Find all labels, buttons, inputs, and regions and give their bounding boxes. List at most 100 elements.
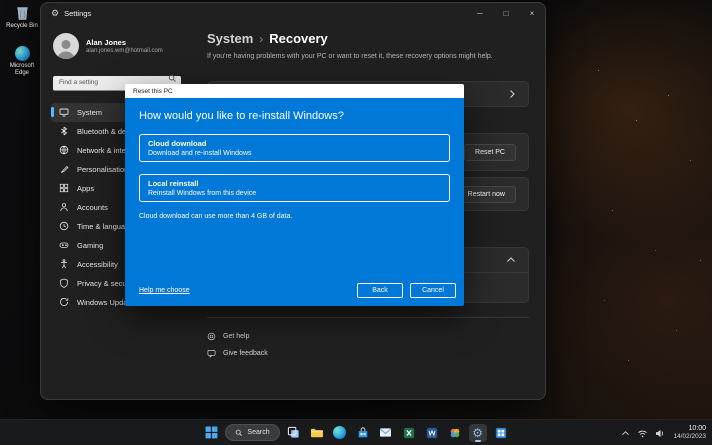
edge-icon — [333, 426, 347, 439]
apps-grid-icon — [59, 183, 69, 193]
local-reinstall-option[interactable]: Local reinstall Reinstall Windows from t… — [139, 174, 450, 202]
user-email: alan.jones.wm@hotmail.com — [86, 48, 163, 54]
get-help-link[interactable]: Get help — [207, 328, 529, 345]
taskbar-clock[interactable]: 10:00 14/02/2023 — [673, 425, 706, 442]
desktop-icon-label: Microsoft Edge — [9, 63, 35, 77]
sidebar-item-label: Gaming — [77, 240, 104, 250]
sidebar-item-label: Personalisation — [77, 164, 129, 174]
globe-icon — [59, 145, 69, 155]
window-titlebar: ⚙ Settings ─ □ × — [41, 3, 545, 23]
accessibility-icon — [61, 259, 67, 269]
desktop: Recycle Bin Microsoft Edge ⚙ Settings ─ … — [0, 0, 712, 445]
breadcrumb-separator-icon: › — [259, 32, 264, 46]
settings-gear-icon: ⚙ — [472, 425, 483, 440]
page-description: If you're having problems with your PC o… — [207, 53, 493, 60]
chevron-up-icon — [507, 257, 515, 262]
chevron-up-icon[interactable] — [621, 430, 630, 437]
give-feedback-link[interactable]: Give feedback — [207, 345, 529, 362]
data-usage-note: Cloud download can use more than 4 GB of… — [139, 213, 293, 220]
taskbar: Search ⚙ 10:00 14/02/2023 — [0, 419, 712, 445]
system-tray: 10:00 14/02/2023 — [621, 420, 706, 445]
edge-icon — [14, 46, 30, 62]
bluetooth-icon — [61, 126, 68, 136]
windows-app-button[interactable] — [492, 424, 510, 442]
clock-time: 10:00 — [688, 424, 706, 432]
volume-icon[interactable] — [655, 429, 666, 438]
window-title: Settings — [64, 8, 92, 18]
dialog-titlebar: Reset this PC — [125, 84, 464, 98]
photos-button[interactable] — [446, 424, 464, 442]
breadcrumb-system[interactable]: System — [207, 31, 253, 46]
settings-taskbar-button[interactable]: ⚙ — [468, 423, 487, 442]
option-subtitle: Download and re-install Windows — [148, 150, 252, 157]
back-button[interactable]: Back — [357, 283, 403, 298]
page-title: Recovery — [269, 31, 328, 46]
network-icon[interactable] — [637, 429, 648, 438]
shield-icon — [60, 278, 68, 288]
cloud-download-option[interactable]: Cloud download Download and re-install W… — [139, 134, 450, 162]
start-button[interactable] — [202, 424, 220, 442]
photos-icon — [450, 428, 459, 437]
clock-date: 14/02/2023 — [673, 433, 706, 441]
dialog-body: How would you like to re-install Windows… — [125, 98, 464, 306]
settings-gear-icon: ⚙ — [51, 7, 60, 18]
user-profile[interactable]: Alan Jones alan.jones.wm@hotmail.com — [53, 33, 183, 59]
search-icon — [236, 429, 243, 436]
avatar — [53, 33, 79, 59]
system-icon — [59, 108, 69, 117]
user-name: Alan Jones — [86, 38, 127, 47]
feedback-icon — [207, 349, 216, 358]
dialog-heading: How would you like to re-install Windows… — [139, 110, 344, 122]
edge-button[interactable] — [331, 424, 349, 442]
excel-icon — [403, 427, 414, 438]
word-button[interactable] — [423, 424, 441, 442]
clock-icon — [59, 221, 69, 231]
windows-app-icon — [495, 427, 506, 438]
account-icon — [60, 203, 68, 212]
store-button[interactable] — [354, 424, 372, 442]
restart-now-button[interactable]: Restart now — [456, 185, 516, 203]
desktop-icon-label: Recycle Bin — [6, 23, 38, 29]
option-subtitle: Reinstall Windows from this device — [148, 190, 257, 197]
task-view-button[interactable] — [285, 424, 303, 442]
word-icon — [426, 427, 437, 438]
task-view-icon — [287, 426, 299, 438]
breadcrumb: System › Recovery — [207, 31, 529, 46]
sidebar-item-label: Apps — [77, 183, 95, 193]
gamepad-icon — [59, 242, 69, 248]
option-title: Local reinstall — [148, 179, 199, 188]
mail-icon — [380, 428, 392, 437]
close-button[interactable]: × — [519, 3, 545, 23]
sidebar-item-label: Accessibility — [77, 259, 118, 269]
recycle-bin-icon — [16, 7, 28, 20]
brush-icon — [60, 165, 69, 173]
help-icon — [207, 332, 216, 341]
desktop-icon-microsoft-edge[interactable]: Microsoft Edge — [2, 46, 42, 77]
dialog-footer: Help me choose Back Cancel — [139, 283, 456, 298]
option-title: Cloud download — [148, 139, 207, 148]
taskbar-search[interactable]: Search — [225, 424, 280, 441]
mail-button[interactable] — [377, 424, 395, 442]
microsoft-store-icon — [358, 426, 367, 437]
wallpaper-stars — [0, 0, 1, 1]
give-feedback-label: Give feedback — [223, 350, 268, 357]
reset-pc-dialog: Reset this PC How would you like to re-i… — [125, 84, 464, 306]
chevron-right-icon — [510, 90, 515, 98]
excel-button[interactable] — [400, 424, 418, 442]
minimize-button[interactable]: ─ — [467, 3, 493, 23]
help-me-choose-link[interactable]: Help me choose — [139, 287, 190, 294]
taskbar-search-label: Search — [247, 429, 270, 436]
windows-start-icon — [205, 426, 218, 439]
reset-pc-button[interactable]: Reset PC — [464, 143, 516, 161]
sidebar-item-label: Accounts — [77, 202, 108, 212]
update-icon — [60, 298, 69, 306]
content-divider — [207, 317, 529, 318]
cancel-button[interactable]: Cancel — [410, 283, 456, 298]
get-help-label: Get help — [223, 333, 250, 340]
file-explorer-button[interactable] — [308, 424, 326, 442]
search-icon — [168, 74, 176, 82]
maximize-button[interactable]: □ — [493, 3, 519, 23]
desktop-icon-recycle-bin[interactable]: Recycle Bin — [2, 4, 42, 30]
dialog-title: Reset this PC — [133, 87, 173, 95]
person-icon — [56, 40, 76, 59]
